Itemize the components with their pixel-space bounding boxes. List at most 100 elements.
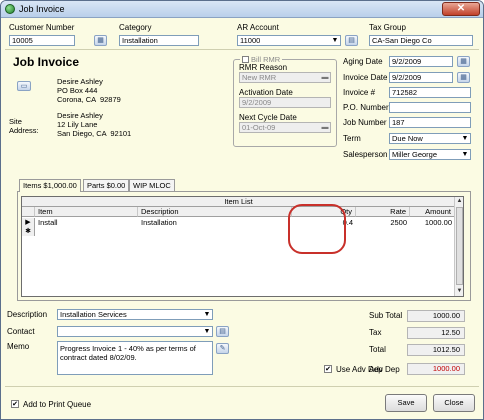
bill-to-address: Desire Ashley PO Box 444 Corona, CA 9287… [57, 77, 121, 104]
customer-number-label: Customer Number [9, 23, 75, 32]
page-title: Job Invoice [13, 55, 80, 69]
tab-wip-mloc[interactable]: WIP MLOC [129, 179, 175, 191]
contact-combo[interactable]: ▼ [57, 326, 213, 337]
ar-account-value: 11000 [240, 36, 261, 45]
item-list-title: Item List [22, 197, 455, 207]
activation-date-label: Activation Date [239, 88, 293, 97]
ar-account-label: AR Account [237, 23, 279, 32]
next-cycle-date-value: 01-Oct-09 [242, 123, 276, 132]
invoice-number-label: Invoice # [343, 88, 376, 97]
tax-group-field[interactable]: CA-San Diego Co [369, 35, 473, 46]
aging-date-field[interactable]: 9/2/2009 [389, 56, 453, 67]
aging-date-calendar-icon[interactable]: ▦ [457, 56, 470, 67]
po-number-label: P.O. Number [343, 103, 389, 112]
table-cell-amount[interactable]: 1000.00 [410, 218, 455, 227]
add-to-print-queue-checkbox[interactable]: ✔ [11, 400, 19, 408]
subtotal-label: Sub Total [369, 311, 403, 320]
invoice-date-field[interactable]: 9/2/2009 [389, 72, 453, 83]
title-bar: Job Invoice ✕ [1, 1, 483, 18]
job-number-field[interactable]: 187 [389, 117, 471, 128]
description-combo[interactable]: Installation Services ▼ [57, 309, 213, 320]
ar-account-lookup-icon[interactable]: ▤ [345, 35, 358, 46]
tax-value: 12.50 [407, 327, 465, 339]
save-button[interactable]: Save [385, 394, 427, 412]
site-address: Desire Ashley 12 Lily Lane San Diego, CA… [57, 111, 132, 138]
add-to-print-queue-label: Add to Print Queue [23, 400, 92, 409]
grid-vertical-scrollbar[interactable]: ▲ ▼ [454, 197, 463, 296]
description-dropdown-icon[interactable]: ▼ [202, 310, 212, 319]
aging-date-label: Aging Date [343, 57, 383, 66]
current-row-indicator-icon[interactable]: ▶ [22, 218, 35, 227]
description-label: Description [7, 310, 48, 319]
tab-parts[interactable]: Parts $0.00 [83, 179, 130, 191]
tab-items[interactable]: Items $1,000.00 [19, 179, 81, 192]
header-divider [5, 49, 479, 50]
bill-rmr-checkbox[interactable] [242, 56, 249, 63]
column-header-description[interactable]: Description [138, 207, 292, 217]
invoice-number-field[interactable]: 712582 [389, 87, 471, 98]
term-combo[interactable]: Due Now ▼ [389, 133, 471, 144]
memo-textarea[interactable]: Progress Invoice 1 - 40% as per terms of… [57, 341, 213, 375]
rmr-reason-label: RMR Reason [239, 63, 288, 72]
customer-number-field[interactable]: 10005 [9, 35, 75, 46]
rmr-reason-value: New RMR [242, 73, 277, 82]
column-header-amount[interactable]: Amount [410, 207, 455, 217]
qty-highlight-annotation [288, 204, 346, 254]
ar-account-combo[interactable]: 11000 ▼ [237, 35, 341, 46]
description-value: Installation Services [60, 310, 127, 319]
salesperson-value: Miller George [392, 150, 438, 159]
next-cycle-date-combo[interactable]: 01-Oct-09 ▬ [239, 122, 331, 133]
ar-account-dropdown-icon[interactable]: ▼ [330, 36, 340, 45]
use-adv-dep-checkbox[interactable]: ✔ [324, 365, 332, 373]
salesperson-label: Salesperson [343, 150, 388, 159]
next-cycle-dropdown-icon[interactable]: ▬ [320, 123, 330, 132]
close-button[interactable]: Close [433, 394, 475, 412]
scroll-down-icon[interactable]: ▼ [455, 287, 464, 296]
po-number-field[interactable] [389, 102, 471, 113]
column-header-item[interactable]: Item [35, 207, 138, 217]
scroll-thumb[interactable] [456, 207, 463, 285]
tax-label: Tax [369, 328, 382, 337]
table-cell-description[interactable]: Installation [138, 218, 292, 227]
bill-to-card-icon[interactable]: ▭ [17, 81, 31, 91]
term-label: Term [343, 134, 361, 143]
app-icon [5, 4, 15, 14]
rmr-reason-combo[interactable]: New RMR ▬ [239, 72, 331, 83]
customer-lookup-icon[interactable]: ▦ [94, 35, 107, 46]
job-invoice-window: Job Invoice ✕ Customer Number 10005 ▦ Ca… [0, 0, 484, 420]
total-value: 1012.50 [407, 344, 465, 356]
activation-date-field[interactable]: 9/2/2009 [239, 97, 331, 108]
new-row-icon[interactable]: ✱ [22, 227, 35, 236]
row-selector-header [22, 207, 35, 217]
adv-dep-value: 1000.00 [407, 363, 465, 375]
rmr-reason-dropdown-icon[interactable]: ▬ [320, 73, 330, 82]
memo-label: Memo [7, 342, 30, 351]
salesperson-combo[interactable]: Miller George ▼ [389, 149, 471, 160]
term-dropdown-icon[interactable]: ▼ [460, 134, 470, 143]
invoice-date-calendar-icon[interactable]: ▦ [457, 72, 470, 83]
item-list-grid[interactable]: Item List Item Description Qty Rate Amou… [21, 196, 464, 297]
tax-group-label: Tax Group [369, 23, 406, 32]
contact-dropdown-icon[interactable]: ▼ [202, 327, 212, 336]
salesperson-dropdown-icon[interactable]: ▼ [460, 150, 470, 159]
category-field[interactable]: Installation [119, 35, 199, 46]
table-cell-rate[interactable]: 2500 [356, 218, 410, 227]
column-header-rate[interactable]: Rate [356, 207, 410, 217]
contact-card-icon[interactable]: ▤ [216, 326, 229, 337]
contact-label: Contact [7, 327, 35, 336]
window-title: Job Invoice [19, 4, 65, 14]
site-address-label: Site Address: [9, 117, 39, 135]
subtotal-value: 1000.00 [407, 310, 465, 322]
job-number-label: Job Number [343, 118, 387, 127]
memo-insert-icon[interactable]: ✎ [216, 343, 229, 354]
scroll-up-icon[interactable]: ▲ [455, 197, 464, 206]
category-label: Category [119, 23, 152, 32]
invoice-date-label: Invoice Date [343, 73, 388, 82]
adv-dep-label: Adv Dep [369, 365, 400, 374]
footer-divider [5, 386, 479, 387]
table-cell-item[interactable]: Install [35, 218, 138, 227]
memo-text: Progress Invoice 1 - 40% as per terms of… [60, 344, 196, 362]
next-cycle-date-label: Next Cycle Date [239, 113, 297, 122]
window-close-button[interactable]: ✕ [442, 2, 480, 16]
total-label: Total [369, 345, 386, 354]
